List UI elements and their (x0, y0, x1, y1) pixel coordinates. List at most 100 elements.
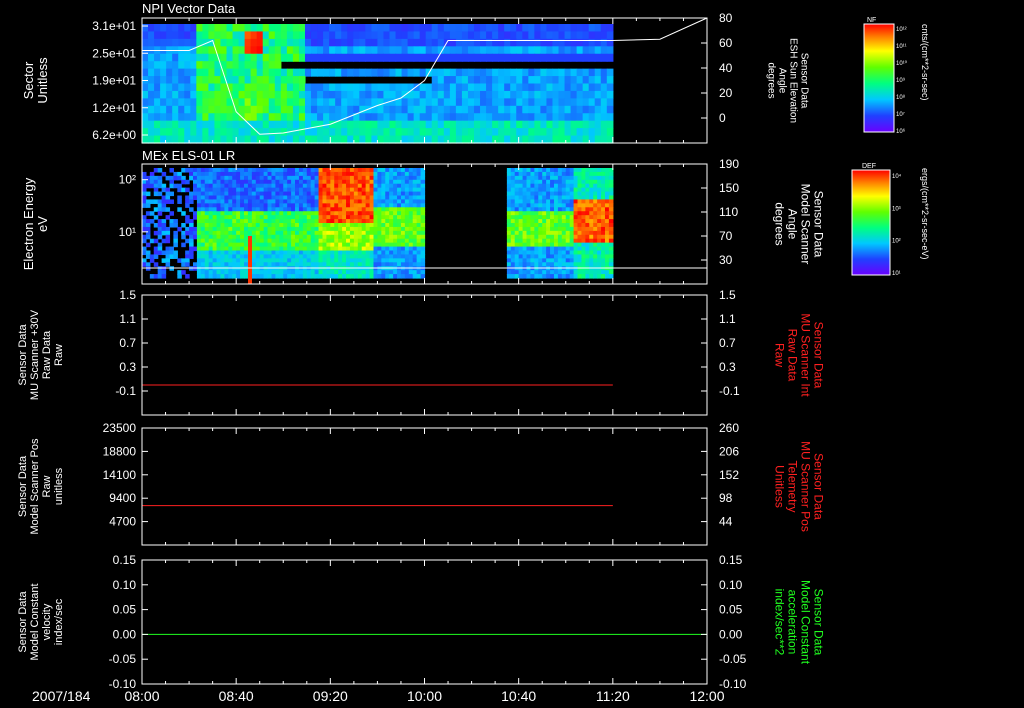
heatmap-cell (385, 219, 390, 224)
heatmap-cell (165, 258, 171, 263)
heatmap-cell (263, 246, 269, 252)
heatmap-cell (216, 270, 222, 275)
heatmap-cell (381, 250, 386, 256)
heatmap-cell (413, 113, 421, 122)
heatmap-cell (338, 175, 343, 181)
heatmap-cell (318, 203, 324, 208)
heatmap-cell (271, 242, 277, 248)
heatmap-cell (540, 76, 548, 85)
heatmap-cell (373, 258, 379, 263)
heatmap-cell (334, 246, 339, 252)
heatmap-cell (377, 183, 382, 189)
ylabel-right-line: index/sec**2 (773, 589, 787, 656)
heatmap-cell (322, 262, 328, 267)
heatmap-cell (271, 199, 277, 204)
heatmap-cell (236, 183, 241, 189)
heatmap-cell (534, 250, 539, 256)
heatmap-cell (588, 76, 596, 85)
heatmap-cell (550, 223, 555, 228)
heatmap-cell (385, 238, 390, 244)
heatmap-cell (298, 207, 304, 212)
heatmap-cell (208, 223, 214, 228)
heatmap-cell (581, 219, 586, 224)
heatmap-cell (564, 105, 572, 114)
heatmap-cell (528, 31, 535, 40)
heatmap-cell (522, 258, 528, 263)
heatmap-cell (473, 76, 481, 85)
heatmap-cell (400, 175, 406, 181)
heatmap-cell (373, 211, 379, 216)
heatmap-cell (461, 120, 469, 129)
heatmap-cell (232, 207, 237, 212)
heatmap-cell (322, 274, 328, 279)
heatmap-cell (310, 175, 316, 181)
heatmap-cell (437, 135, 445, 144)
heatmap-cell (342, 191, 347, 197)
heatmap-cell (165, 246, 171, 252)
heatmap-cell (408, 258, 414, 263)
heatmap-cell (389, 191, 394, 197)
heatmap-cell (377, 242, 382, 248)
heatmap-cell (250, 31, 258, 40)
heatmap-cell (369, 211, 375, 216)
heatmap-cell (160, 38, 167, 47)
heatmap-cell (582, 31, 590, 40)
heatmap-cell (357, 211, 363, 216)
heatmap-cell (220, 187, 225, 193)
heatmap-cell (455, 68, 463, 77)
heatmap-cell (275, 179, 280, 185)
heatmap-cell (196, 83, 203, 92)
heatmap-cell (573, 168, 579, 173)
heatmap-cell (361, 254, 367, 259)
heatmap-cell (346, 183, 351, 189)
heatmap-cell (510, 120, 517, 129)
heatmap-cell (522, 171, 528, 177)
heatmap-cell (357, 254, 363, 259)
heatmap-cell (585, 258, 590, 263)
heatmap-cell (597, 168, 602, 173)
heatmap-cell (506, 254, 512, 259)
heatmap-cell (420, 242, 426, 248)
heatmap-cell (295, 191, 300, 197)
heatmap-cell (553, 179, 559, 185)
heatmap-cell (226, 24, 234, 33)
heatmap-cell (287, 226, 292, 232)
heatmap-cell (244, 246, 249, 252)
heatmap-cell (251, 223, 257, 228)
heatmap-cell (589, 203, 594, 208)
heatmap-cell (149, 211, 155, 216)
heatmap-cell (601, 246, 606, 252)
heatmap-cell (397, 230, 402, 236)
heatmap-cell (172, 38, 179, 47)
heatmap-cell (165, 234, 171, 240)
heatmap-cell (404, 250, 410, 256)
heatmap-cell (542, 168, 547, 173)
heatmap-cell (518, 203, 524, 208)
heatmap-cell (449, 105, 457, 114)
heatmap-cell (169, 179, 174, 185)
heatmap-cell (557, 179, 563, 185)
ylabel-right-line: Angle (777, 68, 788, 94)
heatmap-cell (232, 68, 240, 77)
heatmap-cell (569, 262, 575, 267)
heatmap-cell (510, 171, 516, 177)
heatmap-cell (279, 187, 284, 193)
heatmap-cell (542, 183, 547, 189)
heatmap-cell (353, 207, 359, 212)
heatmap-cell (334, 191, 339, 197)
heatmap-cell (564, 68, 572, 77)
heatmap-cell (408, 242, 414, 248)
heatmap-cell (601, 179, 606, 185)
heatmap-cell (604, 175, 610, 181)
heatmap-cell (522, 90, 529, 99)
heatmap-cell (302, 270, 308, 275)
heatmap-cell (538, 195, 543, 201)
heatmap-cell (244, 199, 249, 204)
heatmap-cell (323, 31, 330, 40)
heatmap-cell (148, 135, 155, 144)
heatmap-cell (302, 211, 308, 216)
heatmap-cell (306, 168, 312, 173)
heatmap-cell (553, 262, 559, 267)
heatmap-cell (419, 128, 427, 137)
heatmap-cell (373, 219, 379, 224)
